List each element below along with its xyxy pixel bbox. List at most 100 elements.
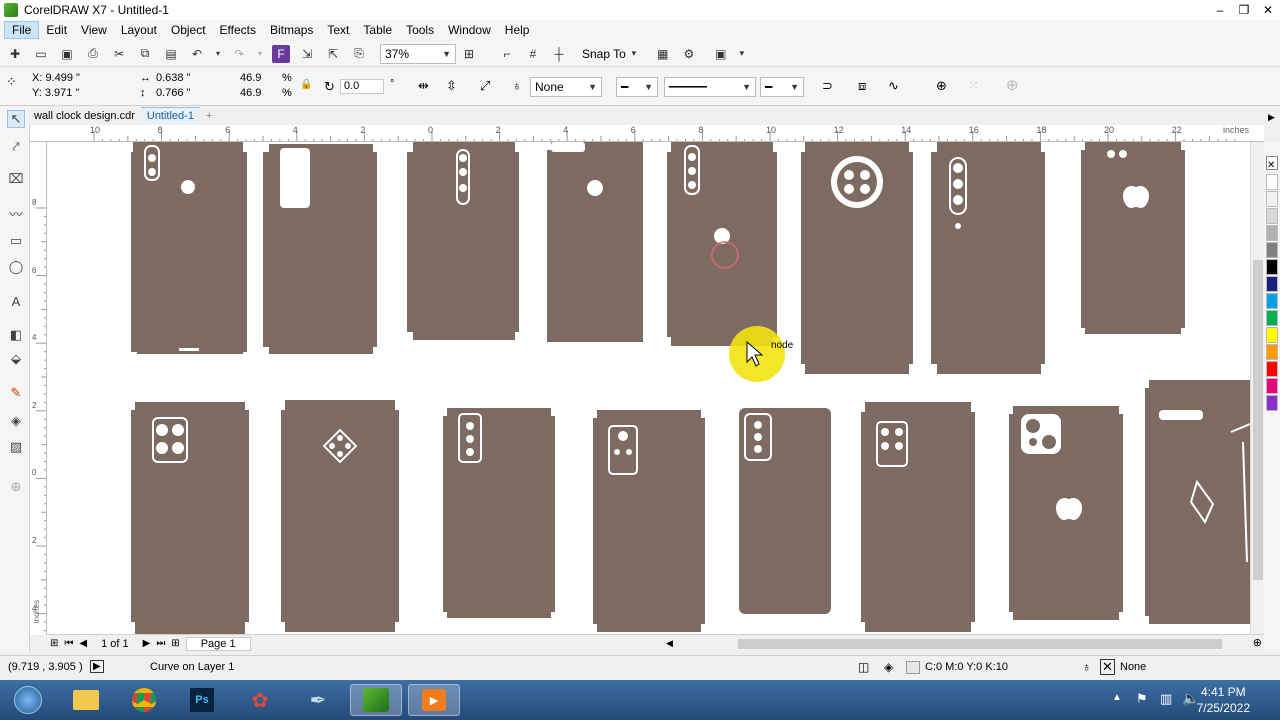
taskbar-chrome[interactable] [118,684,170,716]
interactive-fill-tool-icon[interactable]: ◈ [7,412,25,430]
restore-button[interactable]: ❐ [1232,0,1256,20]
smart-fill-tool-icon[interactable]: ▨ [7,438,25,456]
show-guidelines-icon[interactable]: ┼ [550,45,568,63]
zoom-navigator-icon[interactable]: ⊕ [1253,636,1262,649]
pick-tool-icon[interactable]: ↖ [7,110,25,128]
close-curve-icon[interactable]: ⊃ [822,78,833,94]
scroll-left-icon[interactable]: ◀ [666,638,673,649]
phone-skin[interactable] [931,142,1045,374]
add-plus-icon[interactable]: ⊕ [1006,76,1019,94]
menu-table[interactable]: Table [356,22,399,38]
select-all-nodes-icon[interactable]: ⁙ [968,78,979,94]
application-launcher-icon[interactable]: ▣ [712,45,730,63]
phone-skin[interactable] [263,144,377,354]
docker-arrow-icon[interactable]: ▶ [1268,112,1275,123]
taskbar-coreldraw[interactable] [350,684,402,716]
no-color-swatch[interactable]: ✕ [1266,156,1278,171]
palette-swatch[interactable] [1266,242,1278,258]
launcher-dropdown-icon[interactable]: ▾ [738,45,746,63]
publish-pdf-icon[interactable]: ⎘ [350,45,368,63]
palette-swatch[interactable] [1266,293,1278,309]
horizontal-scrollbar[interactable]: ◀ ▶ [666,637,1280,651]
add-page-icon[interactable]: ⊞ [171,638,179,649]
phone-skin[interactable] [1145,380,1250,624]
page-options-icon[interactable]: ⊞ [50,638,58,649]
wrap-text-icon[interactable]: ⤢ [480,78,490,94]
palette-swatch[interactable] [1266,310,1278,326]
tab-untitled-1[interactable]: Untitled-1 [140,107,200,124]
ruler-origin[interactable] [30,125,47,142]
menu-view[interactable]: View [74,22,114,38]
last-page-icon[interactable]: ⏭ [156,638,165,649]
line-style-select[interactable]: ━━━━━━━ ▼ [664,77,756,97]
phone-skin[interactable] [281,400,399,632]
palette-swatch[interactable] [1266,225,1278,241]
tab-wall-clock-design[interactable]: wall clock design.cdr [28,108,141,124]
taskbar-app-gears[interactable]: ✿ [234,684,286,716]
palette-swatch[interactable] [1266,191,1278,207]
menu-effects[interactable]: Effects [213,22,263,38]
zoom-level-select[interactable]: 37% ▼ [380,43,456,64]
save-icon[interactable]: ▣ [58,45,76,63]
height-field[interactable]: 0.766 " [156,87,191,99]
taskbar-media-player[interactable]: ▶ [408,684,460,716]
ellipse-tool-icon[interactable]: ◯ [7,258,25,276]
palette-swatch[interactable] [1266,174,1278,190]
palette-swatch[interactable] [1266,361,1278,377]
y-position-field[interactable]: Y: 3.971 " [32,87,79,99]
eyedropper-tool-icon[interactable]: ✎ [7,384,25,402]
new-document-icon[interactable]: ✚ [6,45,24,63]
start-arrowhead-select[interactable]: ━ ▼ [616,77,658,97]
horizontal-scroll-thumb[interactable] [738,639,1222,649]
copy-icon[interactable]: ⧉ [136,45,154,63]
extract-subpath-icon[interactable]: ⧈ [858,78,866,94]
phone-skin[interactable] [1009,406,1123,620]
rotation-field[interactable]: 0.0 [340,79,384,94]
palette-swatch[interactable] [1266,378,1278,394]
width-field[interactable]: 0.638 " [156,72,191,84]
welcome-screen-icon[interactable]: ▦ [654,45,672,63]
menu-window[interactable]: Window [441,22,498,38]
taskbar-photoshop[interactable]: Ps [176,684,228,716]
lock-ratio-icon[interactable]: 🔒 [300,79,312,90]
color-proof-icon[interactable]: ◫ [858,660,869,674]
smoothness-slider-icon[interactable]: ⊕ [936,78,947,94]
redo-icon[interactable]: ↷ [230,45,248,63]
phone-skin[interactable] [443,408,555,618]
freehand-tool-icon[interactable]: 〰 [7,204,25,222]
palette-swatch[interactable] [1266,395,1278,411]
snap-to-label[interactable]: Snap To [582,47,626,61]
menu-object[interactable]: Object [164,22,213,38]
undo-icon[interactable]: ↶ [188,45,206,63]
menu-edit[interactable]: Edit [39,22,74,38]
taskbar-explorer[interactable] [60,684,112,716]
tray-flag-icon[interactable]: ⚑ [1136,691,1148,707]
tray-arrow-icon[interactable]: ▲ [1112,692,1122,703]
menu-tools[interactable]: Tools [399,22,441,38]
full-screen-preview-icon[interactable]: ⊞ [460,45,478,63]
shadow-tool-icon[interactable]: ◧ [7,326,25,344]
phone-skin[interactable] [861,402,975,632]
tray-network-icon[interactable]: ▥ [1160,691,1172,707]
phone-skin[interactable] [407,142,519,340]
tab-page-1[interactable]: Page 1 [185,636,251,651]
add-tool-icon[interactable]: ⊕ [7,478,25,496]
cut-icon[interactable]: ✂ [110,45,128,63]
menu-file[interactable]: File [4,21,40,39]
crop-tool-icon[interactable]: ⌧ [7,170,25,188]
transparency-tool-icon[interactable]: ⬙ [7,350,25,368]
phone-skin[interactable] [667,142,777,346]
phone-skin[interactable] [547,142,643,342]
palette-swatch[interactable] [1266,344,1278,360]
import-icon[interactable]: ⇲ [298,45,316,63]
x-position-field[interactable]: X: 9.499 " [32,72,80,84]
menu-help[interactable]: Help [498,22,537,38]
redo-dropdown-icon[interactable]: ▾ [256,45,264,63]
horizontal-ruler[interactable]: inches 10 8 6 4 2 0 2 4 6 8 10 12 14 16 18 20 22 [46,125,1264,142]
rectangle-tool-icon[interactable]: ▭ [7,232,25,250]
show-grid-icon[interactable]: # [524,45,542,63]
palette-swatch[interactable] [1266,327,1278,343]
phone-skin[interactable] [739,408,831,614]
scale-y-field[interactable]: 46.9 [240,87,261,99]
phone-skin[interactable] [131,402,249,634]
